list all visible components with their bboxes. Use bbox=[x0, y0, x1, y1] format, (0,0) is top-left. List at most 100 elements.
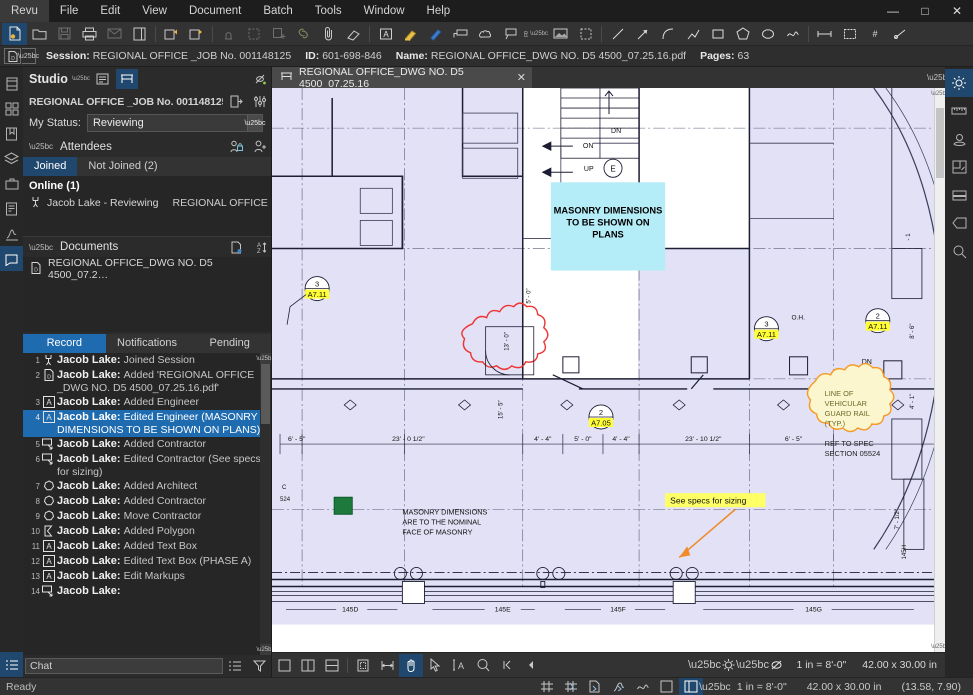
print-icon[interactable] bbox=[77, 23, 102, 45]
rail-studio-icon[interactable] bbox=[0, 246, 23, 271]
rail-bookmarks-icon[interactable] bbox=[0, 121, 23, 146]
line-icon[interactable] bbox=[605, 23, 630, 45]
scroll-down-icon[interactable]: \u25bc bbox=[260, 644, 271, 655]
split-horizontal-view-icon[interactable] bbox=[320, 654, 344, 677]
measure-length-icon[interactable] bbox=[812, 23, 837, 45]
record-row[interactable]: 11AJacob Lake: Added Text Box bbox=[23, 539, 271, 554]
tab-pending[interactable]: Pending bbox=[188, 334, 271, 353]
snap-to-content-icon[interactable] bbox=[583, 678, 607, 695]
menu-item-batch[interactable]: Batch bbox=[252, 0, 303, 22]
record-row[interactable]: 9Jacob Lake: Move Contractor bbox=[23, 509, 271, 524]
callout-icon[interactable] bbox=[448, 23, 473, 45]
rail-markups-list-icon[interactable] bbox=[0, 196, 23, 221]
record-row[interactable]: 6Jacob Lake: Edited Contractor (See spec… bbox=[23, 452, 271, 479]
attendee-permissions-icon[interactable] bbox=[225, 137, 247, 157]
menu-item-document[interactable]: Document bbox=[178, 0, 252, 22]
fit-page-icon[interactable] bbox=[351, 654, 375, 677]
brightness-chevron-icon[interactable]: \u25bc bbox=[740, 654, 764, 677]
menu-item-edit[interactable]: Edit bbox=[89, 0, 131, 22]
view-options-chevron-icon[interactable]: \u25bc bbox=[692, 654, 716, 677]
scroll-thumb[interactable] bbox=[261, 364, 270, 424]
session-dropdown-caret[interactable]: \u25bc bbox=[22, 48, 36, 64]
studio-connected-icon[interactable] bbox=[249, 69, 271, 89]
fullscreen-icon[interactable] bbox=[655, 678, 679, 695]
stamp-icon[interactable] bbox=[216, 23, 241, 45]
record-row[interactable]: 1Jacob Lake: Joined Session bbox=[23, 353, 271, 368]
snap-to-markup-icon[interactable] bbox=[607, 678, 631, 695]
chat-input[interactable]: Chat bbox=[25, 658, 223, 674]
text-box-icon[interactable]: A bbox=[373, 23, 398, 45]
chevron-down-icon[interactable]: \u25bc bbox=[29, 243, 53, 252]
polyline-icon[interactable] bbox=[680, 23, 705, 45]
chat-list-icon[interactable] bbox=[223, 656, 247, 676]
menu-item-view[interactable]: View bbox=[131, 0, 178, 22]
menu-item-revu[interactable]: Revu bbox=[0, 0, 49, 22]
rectangle-icon[interactable] bbox=[705, 23, 730, 45]
my-status-select[interactable]: Reviewing \u25bc bbox=[87, 114, 263, 132]
crop-icon[interactable] bbox=[241, 23, 266, 45]
studio-projects-icon[interactable] bbox=[92, 69, 114, 89]
link-icon[interactable] bbox=[291, 23, 316, 45]
drawing-canvas[interactable]: DN ON UP E MASONRY DIMENSIONS TO BE SHOW… bbox=[272, 88, 945, 652]
image-icon[interactable] bbox=[548, 23, 573, 45]
tab-record[interactable]: Record bbox=[23, 334, 106, 353]
record-row[interactable]: 13AJacob Lake: Edit Markups bbox=[23, 569, 271, 584]
chevron-down-icon[interactable]: \u25bc bbox=[29, 142, 53, 151]
menu-item-tools[interactable]: Tools bbox=[304, 0, 353, 22]
eraser-icon[interactable] bbox=[341, 23, 366, 45]
freehand-icon[interactable] bbox=[780, 23, 805, 45]
search-icon[interactable] bbox=[945, 237, 973, 265]
rail-thumbnails-icon[interactable] bbox=[0, 71, 23, 96]
attendee-row[interactable]: Jacob Lake - Reviewing REGIONAL OFFICE bbox=[23, 195, 271, 211]
rail-tool-chest-icon[interactable] bbox=[0, 96, 23, 121]
studio-chevron-down-icon[interactable]: \u25bc bbox=[72, 76, 90, 82]
select-text-icon[interactable]: A bbox=[447, 654, 471, 677]
measure-area-icon[interactable] bbox=[837, 23, 862, 45]
snap-to-grid-icon[interactable] bbox=[559, 678, 583, 695]
grid-icon[interactable] bbox=[535, 678, 559, 695]
properties-gear-icon[interactable] bbox=[945, 69, 973, 97]
add-page-icon[interactable] bbox=[266, 23, 291, 45]
studio-sessions-icon[interactable] bbox=[116, 69, 138, 89]
open-folder-icon[interactable] bbox=[27, 23, 52, 45]
highlighter-icon[interactable] bbox=[398, 23, 423, 45]
export-markups-icon[interactable] bbox=[184, 23, 209, 45]
zoom-tool-icon[interactable] bbox=[471, 654, 495, 677]
freehand-status-icon[interactable] bbox=[631, 678, 655, 695]
close-button[interactable]: ✕ bbox=[941, 0, 973, 22]
polygon-shape-icon[interactable] bbox=[730, 23, 755, 45]
scroll-thumb[interactable] bbox=[936, 108, 944, 178]
record-row[interactable]: 4AJacob Lake: Edited Engineer (MASONRY D… bbox=[23, 410, 271, 437]
tag-icon[interactable] bbox=[945, 209, 973, 237]
calibrate-icon[interactable] bbox=[887, 23, 912, 45]
fit-width-icon[interactable] bbox=[375, 654, 399, 677]
first-page-icon[interactable] bbox=[495, 654, 519, 677]
session-settings-icon[interactable] bbox=[249, 92, 271, 112]
rail-list-icon[interactable] bbox=[0, 652, 23, 677]
chevron-down-icon[interactable]: \u25bc bbox=[247, 115, 262, 131]
menu-item-help[interactable]: Help bbox=[416, 0, 462, 22]
tab-list-chevron-icon[interactable]: \u25bc bbox=[927, 73, 945, 82]
minimize-button[interactable]: — bbox=[877, 0, 909, 22]
attendees-section-header[interactable]: \u25bc Attendees bbox=[23, 136, 271, 157]
select-tool-icon[interactable] bbox=[423, 654, 447, 677]
measurements-ruler-icon[interactable] bbox=[945, 97, 973, 125]
scroll-down-icon[interactable]: \u25bc bbox=[935, 641, 945, 652]
record-row[interactable]: 10Jacob Lake: Added Polygon bbox=[23, 524, 271, 539]
tab-notifications[interactable]: Notifications bbox=[106, 334, 189, 353]
scroll-up-icon[interactable]: \u25b2 bbox=[260, 353, 271, 364]
tab-not-joined[interactable]: Not Joined (2) bbox=[77, 157, 168, 176]
add-attendee-icon[interactable] bbox=[249, 137, 271, 157]
record-row[interactable]: 14Jacob Lake: bbox=[23, 584, 271, 599]
rail-tool-box-icon[interactable] bbox=[0, 171, 23, 196]
stamp-tool-icon[interactable]: \u25bc bbox=[523, 23, 548, 45]
pan-tool-icon[interactable] bbox=[399, 654, 423, 677]
arrow-icon[interactable] bbox=[630, 23, 655, 45]
new-document-icon[interactable] bbox=[2, 23, 27, 45]
sketch-to-scale-icon[interactable] bbox=[945, 153, 973, 181]
record-list[interactable]: 1Jacob Lake: Joined Session2DJacob Lake:… bbox=[23, 353, 271, 655]
pen-icon[interactable] bbox=[423, 23, 448, 45]
menu-item-window[interactable]: Window bbox=[353, 0, 416, 22]
import-markups-icon[interactable] bbox=[159, 23, 184, 45]
status-chevron-icon[interactable]: \u25bc bbox=[703, 678, 727, 695]
